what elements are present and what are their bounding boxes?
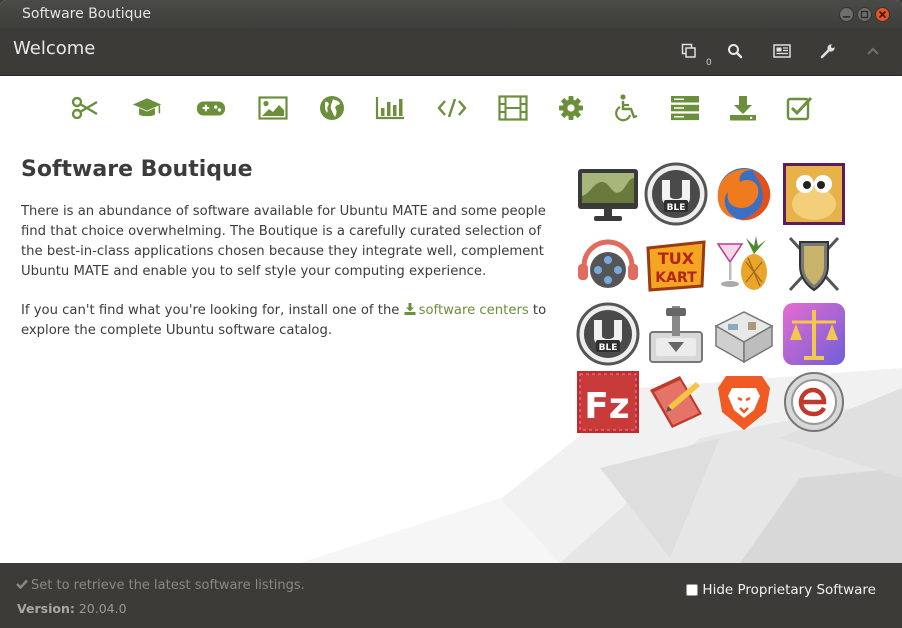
- page-title: Welcome: [13, 38, 96, 59]
- category-games[interactable]: [196, 94, 226, 122]
- checkmark-icon: [16, 579, 28, 590]
- window-title: Software Boutique: [22, 6, 151, 22]
- preferences-button[interactable]: [817, 40, 839, 62]
- category-education[interactable]: [132, 94, 162, 122]
- scissors-icon: [71, 97, 98, 119]
- search-icon: [728, 44, 743, 59]
- search-button[interactable]: [724, 40, 746, 62]
- picture-icon: [258, 96, 288, 120]
- film-icon: [498, 95, 528, 121]
- queue-count: 0: [706, 58, 712, 68]
- software-centers-paragraph: If you can't find what you're looking fo…: [21, 301, 556, 341]
- category-fixes[interactable]: [785, 94, 815, 122]
- filezilla-app-icon[interactable]: Fz: [576, 370, 640, 434]
- svg-text:KART: KART: [655, 270, 697, 286]
- checkbox-icon: [786, 96, 813, 121]
- firefox-app-icon[interactable]: [712, 162, 776, 226]
- category-servers[interactable]: [670, 94, 700, 122]
- version-info: Version: 20.04.0: [17, 601, 127, 616]
- battle-for-wesnoth-app-icon[interactable]: [782, 232, 846, 296]
- wheelchair-icon: [615, 94, 638, 122]
- minimize-button[interactable]: [839, 7, 854, 22]
- software-updater-app-icon[interactable]: [644, 302, 708, 366]
- software-centers-link-text: software centers: [418, 303, 529, 318]
- svg-text:BLE: BLE: [667, 203, 686, 213]
- category-more-software[interactable]: [728, 94, 758, 122]
- svg-text:BLE: BLE: [599, 343, 618, 353]
- app-window: Software Boutique Welcome 0 Software Bou…: [0, 0, 902, 628]
- pingus-app-icon[interactable]: [782, 162, 846, 226]
- status-footer: Set to retrieve the latest software list…: [0, 563, 902, 628]
- paragraph-text-before: If you can't find what you're looking fo…: [21, 303, 404, 318]
- title-bar[interactable]: Software Boutique: [0, 0, 902, 28]
- version-label: Version:: [17, 601, 75, 616]
- category-office[interactable]: [375, 94, 405, 122]
- brave-app-icon[interactable]: [712, 370, 776, 434]
- category-universal-access[interactable]: [612, 94, 642, 122]
- category-system-tools[interactable]: [556, 94, 586, 122]
- code-icon: [437, 98, 467, 118]
- queue-button[interactable]: [678, 40, 700, 62]
- globe-icon: [320, 96, 344, 120]
- status-message: Set to retrieve the latest software list…: [16, 578, 305, 593]
- sweet-home-3d-app-icon[interactable]: [712, 302, 776, 366]
- hide-proprietary-toggle[interactable]: Hide Proprietary Software: [686, 582, 876, 598]
- newspaper-icon: [773, 44, 791, 58]
- main-heading: Software Boutique: [21, 157, 253, 182]
- welcome-panel: Software Boutique There is an abundance …: [0, 138, 902, 563]
- ubuntu-mate-welcome-app-icon[interactable]: BLE: [644, 162, 708, 226]
- scroll-top-button[interactable]: [862, 40, 884, 62]
- evolution-app-icon[interactable]: [782, 370, 846, 434]
- software-boutique-app-icon[interactable]: BLE: [576, 302, 640, 366]
- server-icon: [671, 96, 699, 121]
- maximize-button[interactable]: [857, 7, 872, 22]
- system-monitor-app-icon[interactable]: [576, 162, 640, 226]
- chevron-up-icon: [867, 47, 879, 55]
- news-button[interactable]: [771, 40, 793, 62]
- category-programming[interactable]: [437, 94, 467, 122]
- category-sound-video[interactable]: [498, 94, 528, 122]
- hide-proprietary-label: Hide Proprietary Software: [702, 582, 876, 598]
- supertuxkart-app-icon[interactable]: TUX KART: [644, 232, 708, 296]
- wrench-icon: [820, 44, 835, 59]
- category-bar: [0, 76, 902, 138]
- version-value: 20.04.0: [78, 601, 127, 616]
- notes-app-icon[interactable]: [644, 370, 708, 434]
- gnucash-app-icon[interactable]: [782, 302, 846, 366]
- header-bar: Welcome 0: [0, 28, 902, 76]
- intro-paragraph: There is an abundance of software availa…: [21, 204, 546, 279]
- status-text: Set to retrieve the latest software list…: [31, 578, 305, 593]
- close-button[interactable]: [875, 7, 890, 22]
- category-accessories[interactable]: [70, 94, 100, 122]
- bar-chart-icon: [375, 97, 404, 120]
- gear-icon: [559, 96, 583, 120]
- gamepad-icon: [196, 101, 226, 116]
- download-icon: [730, 96, 756, 121]
- hide-proprietary-checkbox[interactable]: [686, 584, 699, 596]
- category-internet[interactable]: [317, 94, 347, 122]
- moviemaker-app-icon[interactable]: [576, 232, 640, 296]
- svg-text:Fz: Fz: [584, 386, 630, 427]
- playonlinux-app-icon[interactable]: [712, 232, 776, 296]
- svg-text:TUX: TUX: [658, 249, 695, 268]
- download-icon: [404, 303, 416, 315]
- window-controls: [839, 7, 890, 22]
- category-graphics[interactable]: [258, 94, 288, 122]
- queue-icon: [681, 43, 696, 58]
- software-centers-link[interactable]: software centers: [404, 303, 529, 318]
- graduation-cap-icon: [132, 98, 162, 117]
